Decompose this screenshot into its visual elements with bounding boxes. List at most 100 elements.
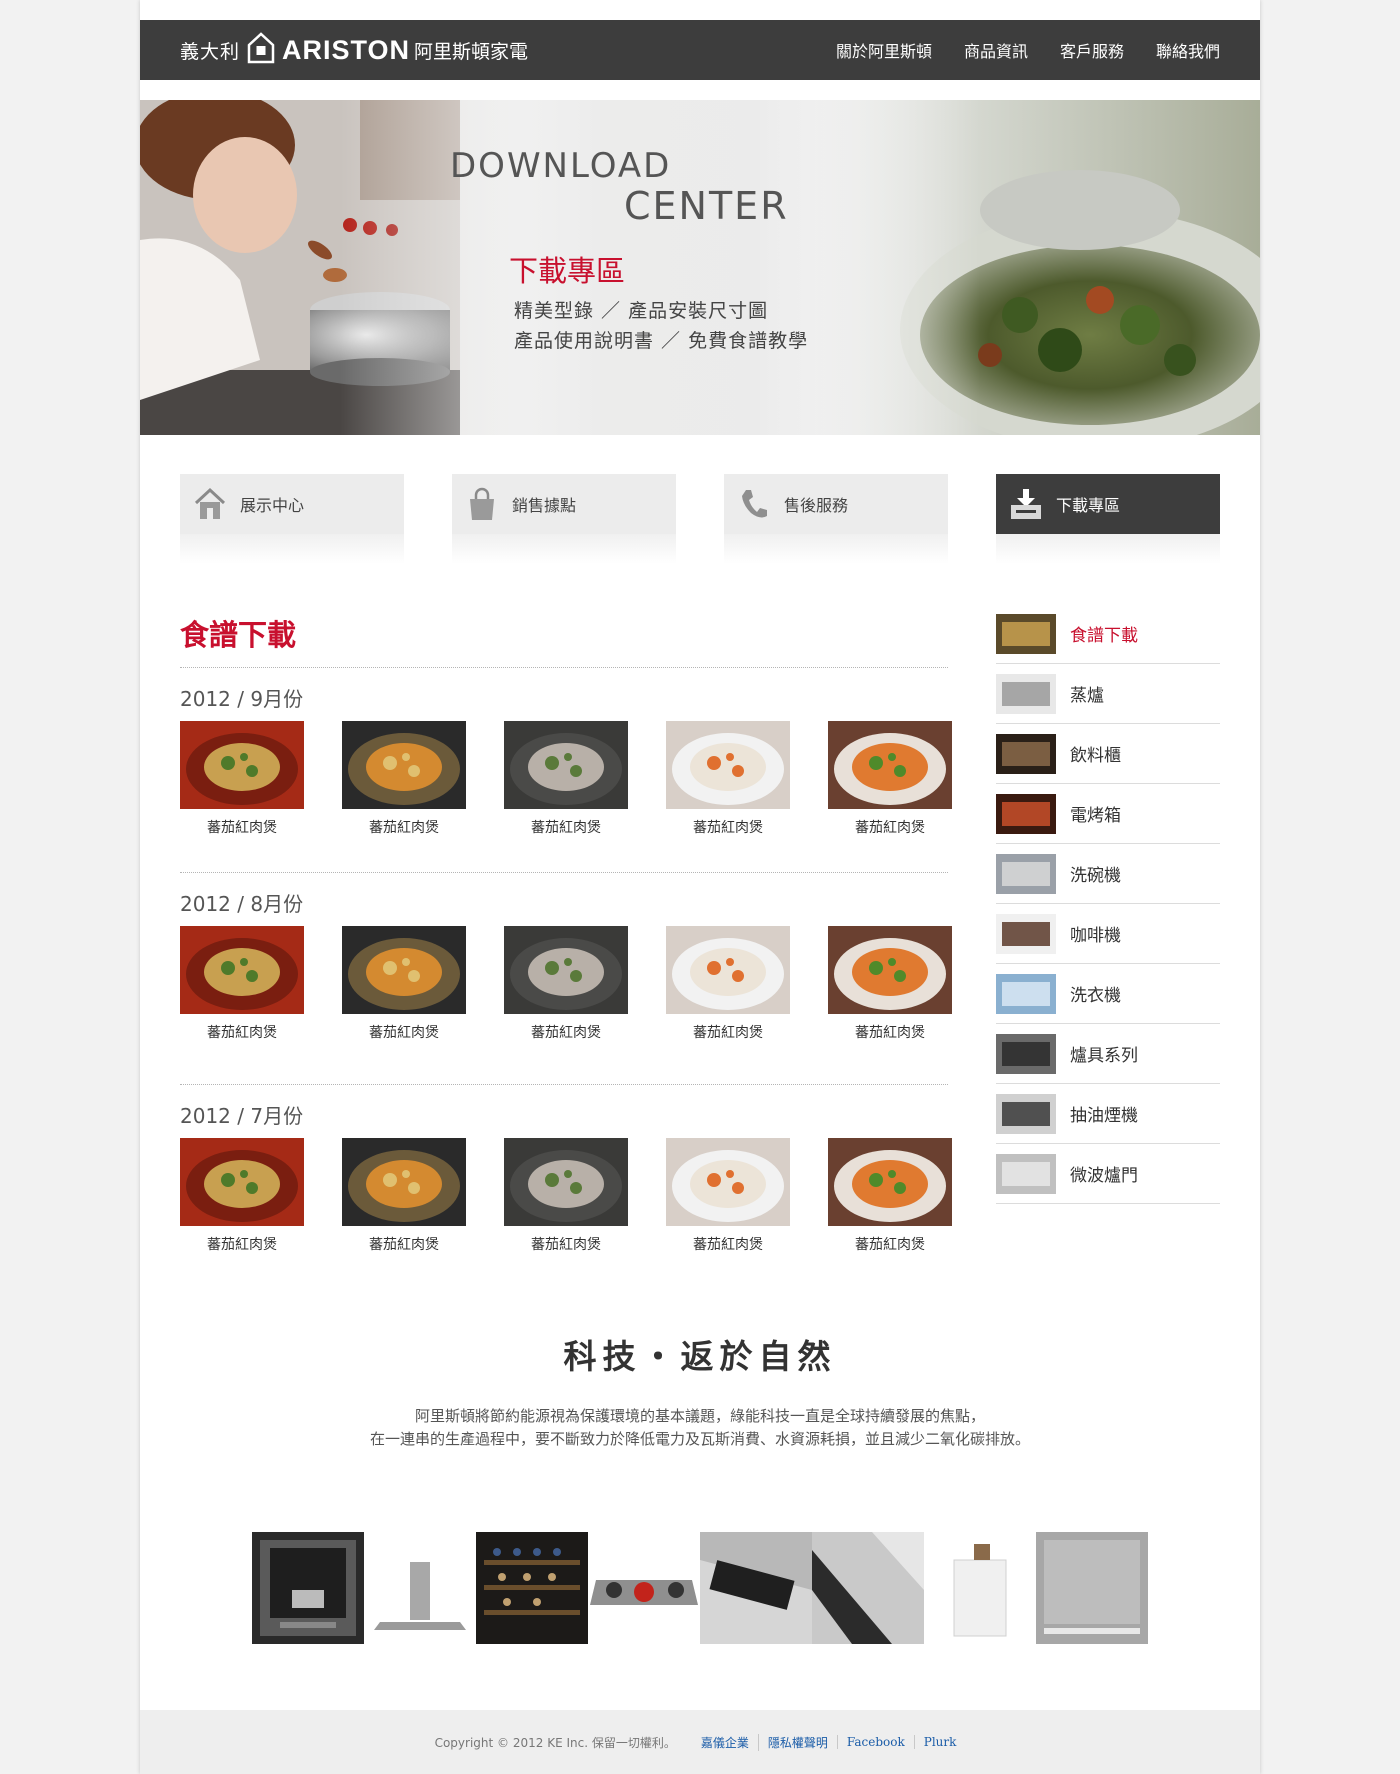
recipe-image[interactable] <box>828 1138 952 1226</box>
recipe-card[interactable]: 蕃茄紅肉煲 <box>666 1138 790 1254</box>
sidebar-item[interactable]: 洗衣機 <box>996 964 1220 1024</box>
coffee-machine-image[interactable] <box>252 1532 364 1644</box>
nav-contact[interactable]: 聯絡我們 <box>1156 38 1220 62</box>
tab-service[interactable]: 售後服務 <box>724 474 948 564</box>
sidebar-item[interactable]: 微波爐門 <box>996 1144 1220 1204</box>
recipe-card[interactable]: 蕃茄紅肉煲 <box>342 721 466 837</box>
tab-stores[interactable]: 銷售據點 <box>452 474 676 564</box>
sidebar-item-label: 洗碗機 <box>1070 866 1121 886</box>
recipe-image[interactable] <box>666 1138 790 1226</box>
sidebar-item-label: 食譜下載 <box>1070 626 1138 646</box>
sidebar-item[interactable]: 電烤箱 <box>996 784 1220 844</box>
recipe-card[interactable]: 蕃茄紅肉煲 <box>180 721 304 837</box>
sidebar-item[interactable]: 蒸爐 <box>996 664 1220 724</box>
sidebar-item[interactable]: 洗碗機 <box>996 844 1220 904</box>
recipe-image[interactable] <box>504 721 628 809</box>
hero-title-en-2: CENTER <box>624 184 789 228</box>
sidebar-item-label: 微波爐門 <box>1070 1166 1138 1186</box>
recipe-card[interactable]: 蕃茄紅肉煲 <box>342 926 466 1042</box>
category-thumbnail <box>996 1033 1056 1074</box>
recipe-caption: 蕃茄紅肉煲 <box>855 1237 925 1253</box>
recipe-card[interactable]: 蕃茄紅肉煲 <box>828 926 952 1042</box>
recipe-card[interactable]: 蕃茄紅肉煲 <box>828 721 952 837</box>
product-strip <box>252 1532 1148 1644</box>
recipe-image[interactable] <box>180 721 304 809</box>
nav-service[interactable]: 客戶服務 <box>1060 38 1124 62</box>
footer-link-privacy[interactable]: 隱私權聲明 <box>757 1733 837 1751</box>
recipe-card[interactable]: 蕃茄紅肉煲 <box>666 926 790 1042</box>
sidebar-item-label: 爐具系列 <box>1070 1046 1138 1066</box>
recipe-image[interactable] <box>180 926 304 1014</box>
nav-about[interactable]: 關於阿里斯頓 <box>836 38 932 62</box>
recipe-image[interactable] <box>180 1138 304 1226</box>
category-thumbnail <box>996 913 1056 954</box>
recipe-image[interactable] <box>828 926 952 1014</box>
footer-link-kejia[interactable]: 嘉儀企業 <box>692 1734 758 1751</box>
wine-cabinet-image[interactable] <box>476 1532 588 1644</box>
recipe-card[interactable]: 蕃茄紅肉煲 <box>504 721 628 837</box>
sidebar-item-label: 抽油煙機 <box>1070 1106 1138 1126</box>
sidebar-item[interactable]: 咖啡機 <box>996 904 1220 964</box>
recipe-image[interactable] <box>342 721 466 809</box>
sidebar-item[interactable]: 抽油煙機 <box>996 1084 1220 1144</box>
hero-subtitle-1: 精美型錄 ／ 產品安裝尺寸圖 <box>514 300 769 322</box>
recipe-image[interactable] <box>666 926 790 1014</box>
category-thumbnail <box>996 673 1056 714</box>
category-thumbnail <box>996 733 1056 774</box>
month-heading: 2012 / 8月份 <box>180 892 304 916</box>
recipe-image[interactable] <box>504 1138 628 1226</box>
recipe-card[interactable]: 蕃茄紅肉煲 <box>342 1138 466 1254</box>
sidebar-item[interactable]: 飲料櫃 <box>996 724 1220 784</box>
recipe-caption: 蕃茄紅肉煲 <box>207 1237 277 1253</box>
sidebar-item-label: 洗衣機 <box>1070 986 1121 1006</box>
recipe-caption: 蕃茄紅肉煲 <box>207 1025 277 1041</box>
recipe-card[interactable]: 蕃茄紅肉煲 <box>180 1138 304 1254</box>
recipe-card[interactable]: 蕃茄紅肉煲 <box>666 721 790 837</box>
microwave-door-image[interactable] <box>1036 1532 1148 1644</box>
sidebar-item[interactable]: 爐具系列 <box>996 1024 1220 1084</box>
dishwasher-image[interactable] <box>924 1532 1036 1644</box>
sidebar-item-label: 飲料櫃 <box>1070 746 1121 766</box>
induction-hob-image[interactable] <box>700 1532 812 1644</box>
gas-hob-image[interactable] <box>588 1532 700 1644</box>
recipe-image[interactable] <box>504 926 628 1014</box>
divider <box>180 1084 948 1085</box>
page-container: 義大利 ARISTON 阿里斯頓家電 關於阿里斯頓 商品資訊 客戶服務 聯絡我們 <box>140 0 1260 1774</box>
recipe-image[interactable] <box>342 926 466 1014</box>
sidebar-item[interactable]: 食譜下載 <box>996 604 1220 664</box>
download-icon <box>996 487 1056 521</box>
recipe-caption: 蕃茄紅肉煲 <box>693 1025 763 1041</box>
hero-photo <box>140 100 1260 435</box>
recipe-row: 蕃茄紅肉煲 蕃茄紅肉煲 蕃茄紅肉煲 蕃茄紅肉煲 蕃茄紅肉煲 <box>180 926 960 1046</box>
tab-download[interactable]: 下載專區 <box>996 474 1220 564</box>
category-thumbnail <box>996 973 1056 1014</box>
ariston-logo[interactable]: 義大利 ARISTON 阿里斯頓家電 <box>180 30 528 70</box>
recipe-image[interactable] <box>666 721 790 809</box>
recipe-card[interactable]: 蕃茄紅肉煲 <box>504 1138 628 1254</box>
recipe-image[interactable] <box>828 721 952 809</box>
tab-showroom[interactable]: 展示中心 <box>180 474 404 564</box>
recipe-caption: 蕃茄紅肉煲 <box>855 1025 925 1041</box>
footer-link-facebook[interactable]: Facebook <box>836 1735 914 1749</box>
month-heading: 2012 / 9月份 <box>180 687 304 711</box>
divider <box>180 872 948 873</box>
hero-subtitle-2: 產品使用說明書 ／ 免費食譜教學 <box>514 330 809 352</box>
sidebar-item-label: 蒸爐 <box>1070 686 1104 706</box>
nav-products[interactable]: 商品資訊 <box>964 38 1028 62</box>
slanted-hood-image[interactable] <box>812 1532 924 1644</box>
phone-icon <box>724 487 784 521</box>
tab-stores-label: 銷售據點 <box>512 496 577 515</box>
house-logo-icon <box>246 32 276 68</box>
recipe-image[interactable] <box>342 1138 466 1226</box>
site-footer: Copyright © 2012 KE Inc. 保留一切權利。 嘉儀企業 隱私… <box>140 1710 1260 1774</box>
range-hood-image[interactable] <box>364 1532 476 1644</box>
sidebar-item-label: 咖啡機 <box>1070 926 1121 946</box>
recipe-card[interactable]: 蕃茄紅肉煲 <box>180 926 304 1042</box>
recipe-caption: 蕃茄紅肉煲 <box>531 1025 601 1041</box>
recipe-caption: 蕃茄紅肉煲 <box>693 1237 763 1253</box>
footer-link-plurk[interactable]: Plurk <box>913 1735 966 1749</box>
section-title: 食譜下載 <box>180 618 297 652</box>
category-thumbnail <box>996 1093 1056 1134</box>
recipe-card[interactable]: 蕃茄紅肉煲 <box>504 926 628 1042</box>
recipe-card[interactable]: 蕃茄紅肉煲 <box>828 1138 952 1254</box>
